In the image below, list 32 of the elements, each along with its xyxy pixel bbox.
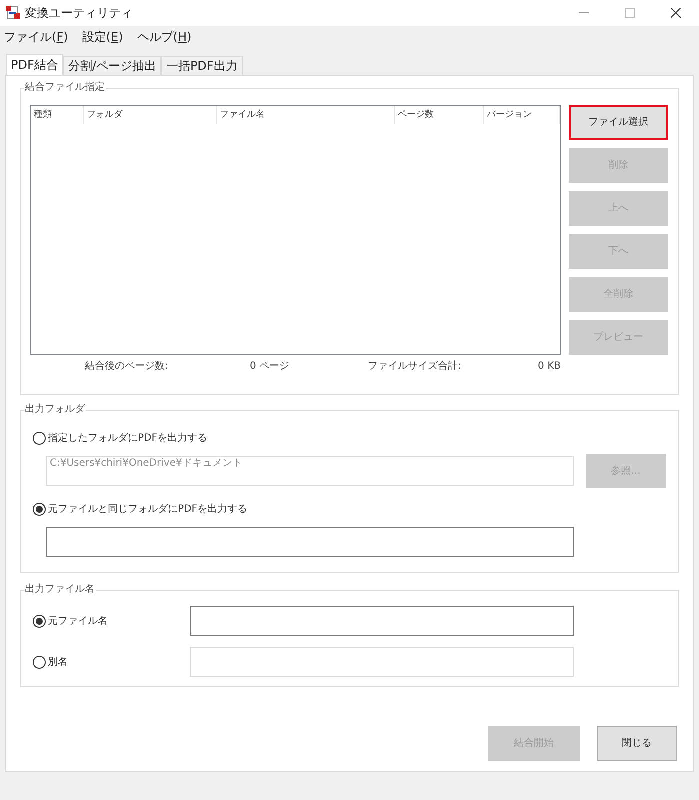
radio-button[interactable] <box>33 503 46 516</box>
radio-label: 元ファイルと同じフォルダにPDFを出力する <box>48 502 248 517</box>
tab[interactable]: 一括PDF出力 <box>161 56 243 75</box>
text-field[interactable] <box>190 606 574 636</box>
summary-label: ファイルサイズ合計: <box>368 360 462 374</box>
column-header[interactable]: 種類 <box>31 106 84 124</box>
column-header[interactable]: バージョン <box>484 106 560 124</box>
close-icon <box>671 8 681 18</box>
text-field[interactable] <box>46 527 574 557</box>
menu-item[interactable]: ファイル(F) <box>4 28 68 46</box>
app-icon <box>5 5 21 21</box>
summary-label: 結合後のページ数: <box>85 360 170 374</box>
column-header[interactable]: フォルダ <box>84 106 217 124</box>
radio-button[interactable] <box>33 614 46 628</box>
file-list[interactable]: 種類 フォルダ ファイル名 ページ数 バージョン <box>30 105 561 355</box>
tab[interactable]: PDF結合 <box>6 54 64 75</box>
radio-button[interactable] <box>33 432 46 445</box>
column-header[interactable]: ページ数 <box>395 106 484 124</box>
tab[interactable]: 分割/ページ抽出 <box>63 56 162 75</box>
menu-item[interactable]: 設定(E) <box>82 28 124 46</box>
radio-button[interactable] <box>33 656 46 668</box>
radio-label: 元ファイル名 <box>48 614 108 628</box>
radio-label: 別名 <box>48 656 68 670</box>
summary-value: 0 KB <box>538 360 561 374</box>
window-title: 変換ユーティリティ <box>25 5 133 22</box>
maximize-icon <box>625 8 635 18</box>
action-button[interactable]: 閉じる <box>597 726 677 761</box>
action-button[interactable]: ファイル選択 <box>569 105 668 140</box>
menu-item[interactable]: ヘルプ(H) <box>137 28 192 46</box>
radio-label: 指定したフォルダにPDFを出力する <box>48 432 208 446</box>
column-header[interactable]: ファイル名 <box>217 106 395 124</box>
summary-value: 0 ページ <box>250 360 291 374</box>
